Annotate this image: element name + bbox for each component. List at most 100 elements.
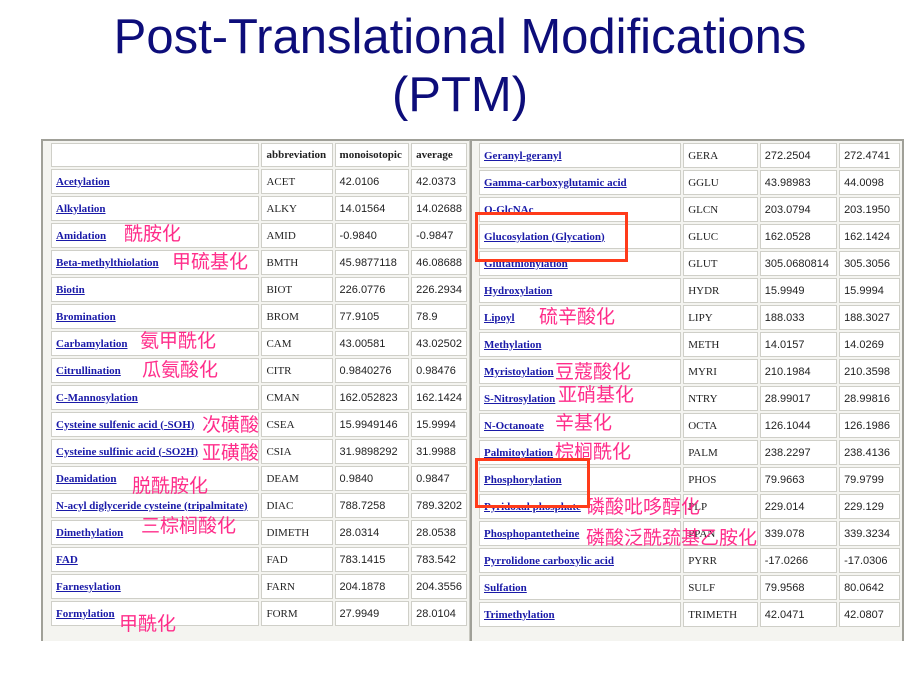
annotation-carbamylation: 氨甲酰化 [140, 330, 217, 352]
abbreviation-cell: OCTA [683, 413, 758, 438]
ptm-link[interactable]: Carbamylation [56, 338, 128, 350]
abbreviation-cell: NTRY [683, 386, 758, 411]
ptm-link[interactable]: Geranyl-geranyl [484, 150, 562, 162]
ptm-link[interactable]: N-acyl diglyceride cysteine (tripalmitat… [56, 500, 248, 512]
monoisotopic-cell: 31.9898292 [334, 439, 410, 464]
abbreviation-cell: BROM [261, 304, 333, 329]
abbreviation-cell: ALKY [261, 196, 333, 221]
ptm-link[interactable]: Alkylation [56, 203, 106, 215]
ptm-link[interactable]: Acetylation [56, 176, 110, 188]
ptm-link[interactable]: Bromination [56, 311, 116, 323]
average-cell: 188.3027 [839, 305, 900, 330]
table-row: N-acyl diglyceride cysteine (tripalmitat… [51, 493, 467, 518]
annotation-beta-methylthiolation: 甲硫基化 [172, 251, 249, 273]
annotation-pyridoxal: 磷酸吡哆醇化 [586, 496, 701, 518]
table-row: Methylation METH 14.0157 14.0269 [479, 332, 900, 357]
ptm-link[interactable]: Citrullination [56, 365, 121, 377]
monoisotopic-cell: 15.9949146 [334, 412, 410, 437]
ptm-link[interactable]: Palmitoylation [484, 447, 553, 459]
abbreviation-cell: BIOT [261, 277, 333, 302]
average-cell: 229.129 [839, 494, 900, 519]
ptm-link[interactable]: S-Nitrosylation [484, 393, 555, 405]
monoisotopic-cell: 203.0794 [759, 197, 838, 222]
average-cell: 204.3556 [411, 574, 467, 599]
table-row: C-Mannosylation CMAN 162.052823 162.1424 [51, 385, 467, 410]
ptm-name-cell: Farnesylation [51, 574, 260, 599]
table-row: Citrullination CITR 0.9840276 0.98476 [51, 358, 467, 383]
table-row: Beta-methylthiolation BMTH 45.9877118 46.08… [51, 250, 467, 275]
ptm-name-cell: Gamma-carboxyglutamic acid [479, 170, 682, 195]
table-row: Hydroxylation HYDR 15.9949 15.9994 [479, 278, 900, 303]
ptm-link[interactable]: Trimethylation [484, 609, 555, 621]
abbreviation-cell: PYRR [683, 548, 758, 573]
table-row: Farnesylation FARN 204.1878 204.3556 [51, 574, 467, 599]
monoisotopic-cell: 43.00581 [334, 331, 410, 356]
annotation-lipoyl: 硫辛酸化 [539, 306, 616, 328]
ptm-name-cell: Biotin [51, 277, 260, 302]
abbreviation-cell: GGLU [683, 170, 758, 195]
annotation-nitrosylation: 亚硝基化 [558, 384, 635, 406]
average-cell: 15.9994 [839, 278, 900, 303]
abbreviation-cell: GLUT [683, 251, 758, 276]
annotation-formylation: 甲酰化 [119, 613, 177, 635]
ptm-link[interactable]: N-Octanoate [484, 420, 544, 432]
monoisotopic-cell: 0.9840276 [334, 358, 410, 383]
ptm-link[interactable]: Hydroxylation [484, 285, 552, 297]
header-average: average [411, 143, 467, 167]
average-cell: 789.3202 [411, 493, 467, 518]
ptm-link[interactable]: C-Mannosylation [56, 392, 138, 404]
monoisotopic-cell: 79.9568 [759, 575, 838, 600]
ptm-link[interactable]: Biotin [56, 284, 85, 296]
monoisotopic-cell: 226.0776 [334, 277, 410, 302]
ptm-name-cell: Acetylation [51, 169, 260, 194]
ptm-link[interactable]: Dimethylation [56, 527, 123, 539]
average-cell: 226.2934 [411, 277, 467, 302]
header-monoisotopic: monoisotopic [334, 143, 410, 167]
monoisotopic-cell: 43.98983 [759, 170, 838, 195]
ptm-link[interactable]: Amidation [56, 230, 106, 242]
annotation-citrullination: 瓜氨酸化 [142, 359, 219, 381]
monoisotopic-cell: 126.1044 [759, 413, 838, 438]
ptm-link[interactable]: Beta-methylthiolation [56, 257, 159, 269]
title-line-2: (PTM) [391, 68, 529, 122]
ptm-name-cell: C-Mannosylation [51, 385, 260, 410]
ptm-link[interactable]: Farnesylation [56, 581, 121, 593]
average-cell: 783.542 [411, 547, 467, 572]
ptm-link[interactable]: Pyrrolidone carboxylic acid [484, 555, 614, 567]
ptm-link[interactable]: Formylation [56, 608, 115, 620]
average-cell: -17.0306 [839, 548, 900, 573]
average-cell: 15.9994 [411, 412, 467, 437]
monoisotopic-cell: 14.0157 [759, 332, 838, 357]
ptm-link[interactable]: Deamidation [56, 473, 117, 485]
ptm-link[interactable]: Myristoylation [484, 366, 554, 378]
average-cell: 42.0373 [411, 169, 467, 194]
ptm-table-left-panel: abbreviation monoisotopic average Acetyl… [41, 139, 471, 641]
ptm-link[interactable]: Cysteine sulfinic acid (-SO2H) [56, 446, 198, 458]
annotation-myristoylation: 豆蔻酸化 [555, 361, 632, 383]
average-cell: 126.1986 [839, 413, 900, 438]
table-row: N-Octanoate OCTA 126.1044 126.1986 [479, 413, 900, 438]
ptm-link[interactable]: FAD [56, 554, 78, 566]
table-row: Carbamylation CAM 43.00581 43.02502 [51, 331, 467, 356]
ptm-link[interactable]: Cysteine sulfenic acid (-SOH) [56, 419, 194, 431]
abbreviation-cell: GLCN [683, 197, 758, 222]
monoisotopic-cell: 238.2297 [759, 440, 838, 465]
table-row: S-Nitrosylation NTRY 28.99017 28.99816 [479, 386, 900, 411]
monoisotopic-cell: 229.014 [759, 494, 838, 519]
annotation-tripalmitate: 三棕榈酸化 [141, 515, 237, 537]
monoisotopic-cell: -17.0266 [759, 548, 838, 573]
table-row: Amidation AMID -0.9840 -0.9847 [51, 223, 467, 248]
ptm-link[interactable]: Methylation [484, 339, 541, 351]
ptm-link[interactable]: Sulfation [484, 582, 527, 594]
ptm-link[interactable]: Lipoyl [484, 312, 515, 324]
table-header-row: abbreviation monoisotopic average [51, 143, 467, 167]
header-abbreviation: abbreviation [261, 143, 333, 167]
monoisotopic-cell: 162.052823 [334, 385, 410, 410]
table-row: Trimethylation TRIMETH 42.0471 42.0807 [479, 602, 900, 627]
monoisotopic-cell: 77.9105 [334, 304, 410, 329]
ptm-link[interactable]: Gamma-carboxyglutamic acid [484, 177, 627, 189]
average-cell: 0.98476 [411, 358, 467, 383]
annotation-phosphopantetheine: 磷酸泛酰巯基乙胺化 [586, 527, 758, 549]
average-cell: 79.9799 [839, 467, 900, 492]
ptm-link[interactable]: Phosphopantetheine [484, 528, 579, 540]
